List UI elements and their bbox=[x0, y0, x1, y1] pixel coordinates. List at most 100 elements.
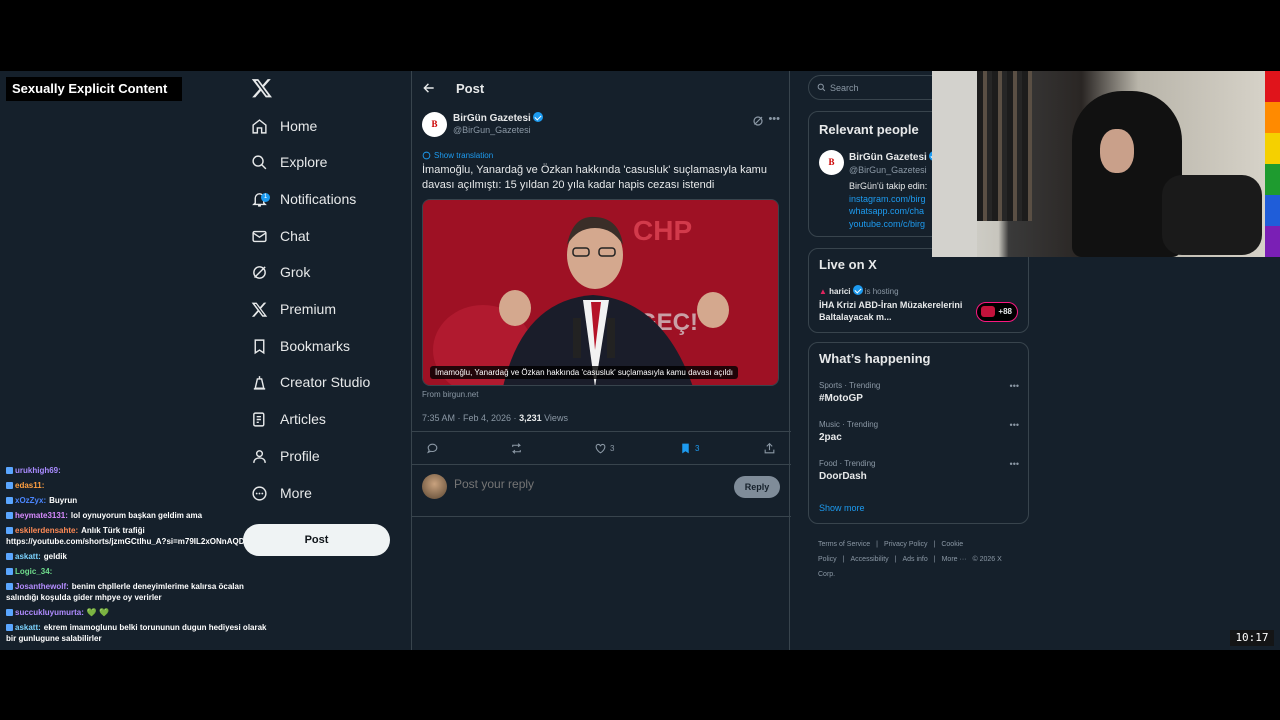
live-space-title[interactable]: İHA Krizi ABD-İran Müzakerelerini Baltal… bbox=[819, 299, 969, 323]
explicit-content-label: Sexually Explicit Content bbox=[6, 77, 182, 101]
nav-label: Chat bbox=[280, 228, 310, 244]
nav-item-articles[interactable]: Articles bbox=[251, 404, 326, 434]
chat-text: 💚 💚 bbox=[86, 608, 110, 617]
more-dots-icon[interactable]: ••• bbox=[1010, 381, 1019, 391]
tweet-time[interactable]: 7:35 AM · Feb 4, 2026 · bbox=[422, 413, 519, 423]
nav-item-bookmarks[interactable]: Bookmarks bbox=[251, 331, 350, 361]
live-icon: ▲ bbox=[819, 287, 827, 296]
like-count: 3 bbox=[610, 444, 615, 453]
svg-text:CHP: CHP bbox=[633, 215, 692, 246]
nav-item-explore[interactable]: Explore bbox=[251, 147, 327, 177]
footer-link[interactable]: More ··· bbox=[942, 556, 967, 563]
trend-category: Food · Trending bbox=[819, 459, 876, 468]
show-more-link[interactable]: Show more bbox=[819, 503, 865, 513]
rainbow-stripe bbox=[1265, 164, 1280, 195]
bio-link-instagram[interactable]: instagram.com/birg bbox=[849, 193, 927, 206]
relevant-name[interactable]: BirGün Gazetesi bbox=[849, 151, 939, 163]
footer-link[interactable]: Accessibility bbox=[851, 556, 889, 563]
nav-label: Notifications bbox=[280, 191, 357, 207]
nav-label: Premium bbox=[280, 301, 337, 317]
live-listener-badge[interactable]: +88 bbox=[976, 302, 1018, 322]
footer-link[interactable]: Privacy Policy bbox=[884, 541, 928, 548]
bookmark-icon bbox=[254, 338, 265, 354]
author-avatar[interactable]: B bbox=[422, 112, 447, 137]
author-name[interactable]: BirGün Gazetesi bbox=[453, 112, 543, 124]
trend-item[interactable]: Food · Trending DoorDash ••• bbox=[819, 459, 1019, 482]
more-circle-icon bbox=[252, 485, 267, 501]
webcam-closet bbox=[977, 71, 1032, 221]
media-source[interactable]: From birgun.net bbox=[422, 390, 780, 399]
repost-action[interactable] bbox=[510, 442, 526, 455]
x-logo-icon[interactable] bbox=[251, 77, 273, 99]
nav-item-home[interactable]: Home bbox=[251, 111, 317, 141]
trend-name: DoorDash bbox=[819, 471, 867, 482]
reply-icon bbox=[427, 443, 438, 454]
like-action[interactable]: 3 bbox=[594, 442, 614, 455]
grok-icon[interactable] bbox=[752, 115, 764, 127]
views-label: Views bbox=[541, 413, 568, 423]
reply-input[interactable] bbox=[454, 477, 714, 491]
translate-icon bbox=[422, 151, 431, 160]
nav-item-premium[interactable]: Premium bbox=[251, 294, 336, 324]
chat-username: succukluyumurta: bbox=[15, 608, 84, 617]
share-action[interactable] bbox=[763, 442, 779, 455]
chat-message: xOzZyx: Buyrun bbox=[6, 495, 274, 506]
nav-label: Bookmarks bbox=[280, 338, 351, 354]
bio-text: BirGün'ü takip edin: bbox=[849, 181, 928, 191]
relevant-bio: BirGün'ü takip edin: instagram.com/birg … bbox=[849, 180, 927, 230]
chat-message: eskilerdensahte: Anlık Türk trafiği https… bbox=[6, 525, 274, 547]
nav-item-creator-studio[interactable]: Creator Studio bbox=[251, 367, 370, 397]
nav-item-grok[interactable]: Grok bbox=[251, 257, 310, 287]
mail-icon bbox=[252, 230, 267, 242]
relevant-avatar[interactable]: B bbox=[819, 150, 844, 175]
footer-link[interactable]: Terms of Service bbox=[818, 541, 870, 548]
nav-item-profile[interactable]: Profile bbox=[251, 441, 320, 471]
stream-chat-column: Sexually Explicit Content urukhigh69: eda… bbox=[0, 71, 267, 650]
clock-overlay: 10:17 bbox=[1230, 630, 1274, 646]
tweet-author[interactable]: B BirGün Gazetesi @BirGun_Gazetesi ••• bbox=[422, 111, 780, 141]
chat-list: urukhigh69: edas11: xOzZyx: Buyrun heymate31… bbox=[6, 465, 274, 648]
trend-item[interactable]: Music · Trending 2pac ••• bbox=[819, 420, 1019, 443]
more-dots-icon[interactable]: ••• bbox=[1010, 420, 1019, 430]
bio-link-whatsapp[interactable]: whatsapp.com/cha bbox=[849, 205, 927, 218]
rainbow-bar bbox=[1265, 71, 1280, 257]
show-translation-link[interactable]: Show translation bbox=[422, 151, 780, 160]
show-translation-label: Show translation bbox=[434, 151, 494, 160]
chat-text: Buyrun bbox=[49, 496, 78, 505]
nav-item-chat[interactable]: Chat bbox=[251, 221, 310, 251]
home-icon bbox=[252, 118, 267, 134]
live-host-name: harici bbox=[829, 287, 851, 296]
verified-badge-icon bbox=[852, 285, 863, 295]
chat-username: Logic_34: bbox=[15, 567, 53, 576]
x-icon bbox=[251, 302, 268, 317]
live-on-x-panel: Live on X ▲ harici is hosting İHA Krizi … bbox=[808, 248, 1029, 333]
creator-icon bbox=[253, 375, 266, 390]
trend-item[interactable]: Sports · Trending #MotoGP ••• bbox=[819, 381, 1019, 404]
relevant-name-text: BirGün Gazetesi bbox=[849, 152, 927, 163]
bio-link-youtube[interactable]: youtube.com/c/birg bbox=[849, 218, 927, 231]
author-handle[interactable]: @BirGun_Gazetesi bbox=[453, 125, 531, 135]
chat-badge-icon bbox=[6, 568, 13, 575]
search-icon bbox=[817, 83, 826, 92]
host-thumbnail bbox=[981, 306, 995, 317]
tweet-action-bar: 3 3 bbox=[412, 431, 791, 465]
live-host[interactable]: ▲ harici is hosting bbox=[819, 285, 899, 296]
article-icon bbox=[253, 411, 265, 427]
reply-action[interactable] bbox=[426, 442, 442, 455]
back-arrow-icon[interactable] bbox=[422, 81, 436, 95]
nav-item-more[interactable]: More bbox=[251, 478, 312, 508]
search-placeholder: Search bbox=[830, 82, 859, 93]
page-header: Post bbox=[412, 71, 789, 105]
tweet-media-image[interactable]: CHP GEÇ! İmamoğlu, Yanardağ ve Özkan hak… bbox=[422, 199, 779, 386]
nav-item-notifications[interactable]: 1 Notifications bbox=[251, 184, 356, 214]
more-dots-icon[interactable]: ••• bbox=[1010, 459, 1019, 469]
user-avatar[interactable] bbox=[422, 474, 447, 499]
reply-button[interactable]: Reply bbox=[734, 476, 780, 498]
bookmark-action[interactable]: 3 bbox=[679, 442, 699, 455]
more-dots-icon[interactable]: ••• bbox=[768, 113, 780, 125]
footer-link[interactable]: Ads info bbox=[902, 556, 927, 563]
post-button[interactable]: Post bbox=[243, 524, 390, 556]
chat-message: urukhigh69: bbox=[6, 465, 274, 476]
relevant-handle[interactable]: @BirGun_Gazetesi bbox=[849, 165, 927, 175]
whats-happening-panel: What’s happening Sports · Trending #Moto… bbox=[808, 342, 1029, 524]
